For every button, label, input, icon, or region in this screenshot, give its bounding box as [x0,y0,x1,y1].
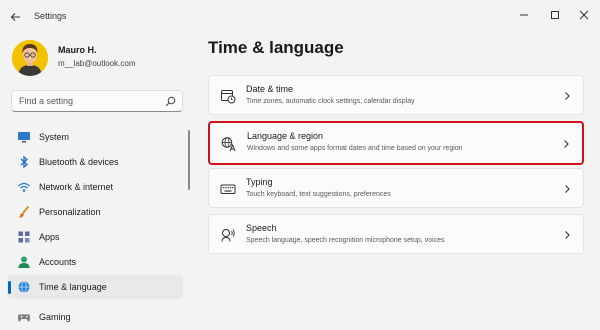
active-indicator [8,281,11,294]
back-button[interactable] [6,8,26,26]
bluetooth-icon [20,155,28,169]
maximize-icon [551,11,559,19]
chevron-right-icon [565,231,570,239]
sidebar-item-label: System [39,132,70,142]
card-description: Speech language, speech recognition micr… [246,237,445,244]
person-icon [18,256,30,268]
search-input[interactable]: Find a setting [11,90,183,112]
card-title: Typing [246,177,273,187]
sidebar-item-label: Apps [39,232,60,242]
chevron-right-icon [565,185,570,193]
sidebar-item-time-language[interactable]: Time & language [7,275,183,299]
chevron-right-icon [565,92,570,100]
card-typing[interactable]: Typing Touch keyboard, text suggestions,… [208,168,584,208]
card-title: Language & region [247,131,324,141]
microphone-icon [221,229,235,242]
search-icon [165,96,176,107]
sidebar-item-bluetooth[interactable]: Bluetooth & devices [7,150,183,174]
gamepad-icon [18,314,30,322]
brush-icon [19,205,30,218]
card-description: Touch keyboard, text suggestions, prefer… [246,191,391,198]
apps-icon [18,231,30,243]
minimize-icon [520,14,528,16]
maximize-button[interactable] [543,5,567,25]
sidebar-item-gaming[interactable]: Gaming [7,305,183,329]
avatar [12,40,48,76]
search-placeholder: Find a setting [19,96,74,106]
page-title: Time & language [208,38,344,57]
app-title: Settings [34,11,67,21]
keyboard-icon [220,184,236,194]
user-email: m__lab@outlook.com [58,59,136,68]
sidebar-item-personalization[interactable]: Personalization [7,200,183,224]
card-title: Date & time [246,84,294,94]
card-language-region[interactable]: Language & region Windows and some apps … [208,121,584,165]
sidebar-scrollbar[interactable] [188,130,190,190]
sidebar-item-label: Bluetooth & devices [39,157,119,167]
user-name: Mauro H. [58,45,97,55]
sidebar-item-label: Network & internet [39,182,114,192]
monitor-icon [18,132,30,143]
wifi-icon [18,182,30,192]
card-date-time[interactable]: Date & time Time zones, automatic clock … [208,75,584,115]
globe-clock-icon [18,281,30,293]
card-speech[interactable]: Speech Speech language, speech recogniti… [208,214,584,254]
close-button[interactable] [572,5,596,25]
sidebar-item-label: Personalization [39,207,101,217]
card-title: Speech [246,223,277,233]
sidebar-item-label: Time & language [39,282,107,292]
card-description: Time zones, automatic clock settings, ca… [246,98,415,105]
sidebar-item-label: Accounts [39,257,77,267]
sidebar-item-accounts[interactable]: Accounts [7,250,183,274]
title-bar: Settings [0,0,600,34]
chevron-right-icon [564,140,569,148]
clock-icon [221,90,236,104]
minimize-button[interactable] [512,5,536,25]
card-description: Windows and some apps format dates and t… [247,145,463,152]
user-profile[interactable]: Mauro H. m__lab@outlook.com [12,40,192,80]
close-icon [579,10,589,20]
sidebar-item-system[interactable]: System [7,125,183,149]
sidebar-item-apps[interactable]: Apps [7,225,183,249]
sidebar-item-label: Gaming [39,312,71,322]
avatar-picture [12,40,48,76]
language-icon [221,137,236,152]
back-arrow-icon [10,13,20,21]
sidebar-item-network[interactable]: Network & internet [7,175,183,199]
